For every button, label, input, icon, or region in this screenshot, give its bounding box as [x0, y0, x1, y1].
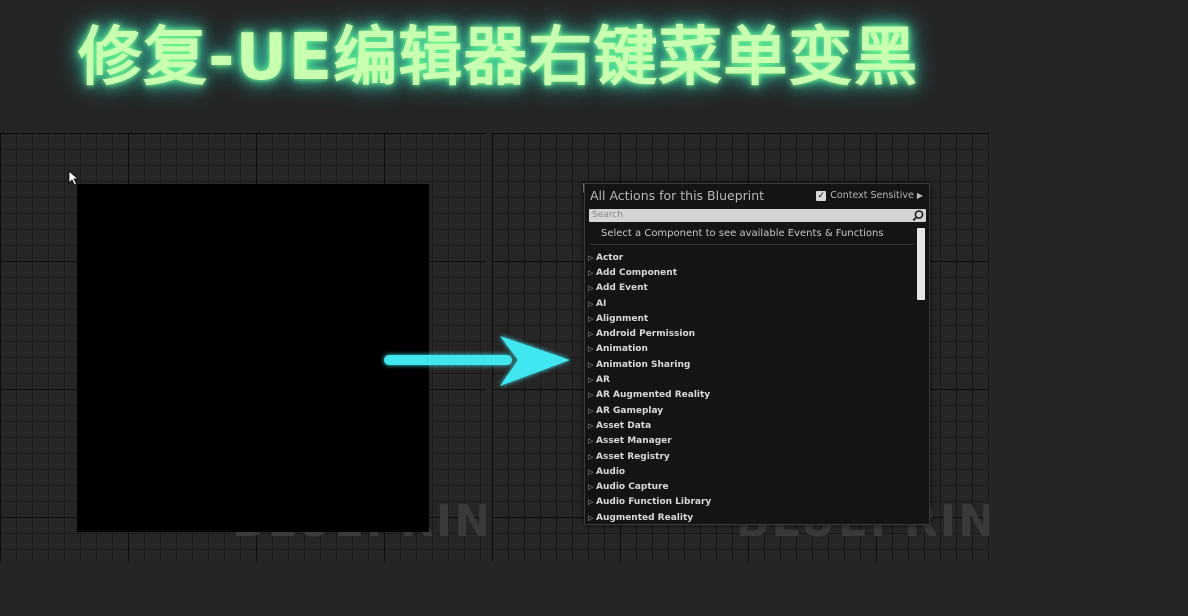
triangle-right-icon[interactable]: ▷ [588, 514, 595, 522]
list-item[interactable]: ▷ Android Permission [588, 326, 908, 341]
scrollbar-thumb[interactable] [917, 228, 925, 300]
list-item[interactable]: ▷ Alignment [588, 311, 908, 326]
triangle-right-icon[interactable]: ▷ [588, 453, 595, 461]
context-menu-title: All Actions for this Blueprint [590, 188, 765, 203]
list-item[interactable]: ▷ Audio [588, 464, 908, 479]
triangle-right-icon[interactable]: ▷ [588, 300, 595, 308]
list-item[interactable]: ▷ AR Gameplay [588, 403, 908, 418]
list-item[interactable]: ▷ AR [588, 372, 908, 387]
page-title: 修复-UE编辑器右键菜单变黑 [78, 21, 919, 95]
list-item[interactable]: ▷ Augmented Reality [588, 510, 908, 525]
list-item[interactable]: ▷ Add Event [588, 281, 908, 296]
divider [591, 244, 913, 245]
triangle-right-icon[interactable]: ▷ [588, 391, 595, 399]
list-item[interactable]: ▷ Asset Manager [588, 434, 908, 449]
context-menu-header: All Actions for this Blueprint ✓ Context… [585, 184, 929, 208]
context-sensitive-toggle[interactable]: ✓ Context Sensitive ▶ [816, 190, 923, 201]
scrollbar[interactable] [917, 228, 925, 520]
list-item[interactable]: ▷ Audio Function Library [588, 495, 908, 510]
triangle-right-icon[interactable]: ▷ [588, 269, 595, 277]
triangle-right-icon[interactable]: ▷ [588, 376, 595, 384]
triangle-right-icon[interactable]: ▷ [588, 315, 595, 323]
triangle-right-icon[interactable]: ▷ [588, 437, 595, 445]
check-icon[interactable]: ✓ [816, 190, 827, 201]
triangle-right-icon[interactable]: ▷ [588, 345, 595, 353]
search-placeholder: Search [592, 210, 623, 220]
component-hint: Select a Component to see available Even… [601, 228, 884, 239]
category-list: ▷ Actor ▷ Add Component ▷ Add Event ▷ AI ▷ Al… [588, 250, 908, 525]
list-item[interactable]: ▷ Animation [588, 342, 908, 357]
context-sensitive-label: Context Sensitive [830, 190, 914, 201]
list-item[interactable]: ▷ AI [588, 296, 908, 311]
triangle-right-icon[interactable]: ▷ [588, 361, 595, 369]
triangle-right-icon[interactable]: ▷ [588, 330, 595, 338]
list-item[interactable]: ▷ Asset Registry [588, 449, 908, 464]
search-input[interactable]: Search [589, 209, 926, 222]
triangle-right-icon[interactable]: ▷ [588, 284, 595, 292]
list-item[interactable]: ▷ Add Component [588, 265, 908, 280]
triangle-right-icon[interactable]: ▷ [588, 468, 595, 476]
triangle-right-icon[interactable]: ▷ [588, 254, 595, 262]
list-item[interactable]: ▷ Animation Sharing [588, 357, 908, 372]
context-menu[interactable]: All Actions for this Blueprint ✓ Context… [584, 183, 930, 525]
triangle-right-icon[interactable]: ▷ [588, 498, 595, 506]
list-item[interactable]: ▷ Asset Data [588, 418, 908, 433]
triangle-right-icon: ▶ [916, 191, 923, 200]
triangle-right-icon[interactable]: ▷ [588, 407, 595, 415]
right-arrow-icon [384, 336, 570, 386]
search-icon[interactable] [912, 209, 924, 222]
broken-context-menu [77, 184, 429, 532]
list-item[interactable]: ▷ Actor [588, 250, 908, 265]
triangle-right-icon[interactable]: ▷ [588, 483, 595, 491]
list-item[interactable]: ▷ Audio Capture [588, 479, 908, 494]
triangle-right-icon[interactable]: ▷ [588, 422, 595, 430]
list-item[interactable]: ▷ AR Augmented Reality [588, 388, 908, 403]
